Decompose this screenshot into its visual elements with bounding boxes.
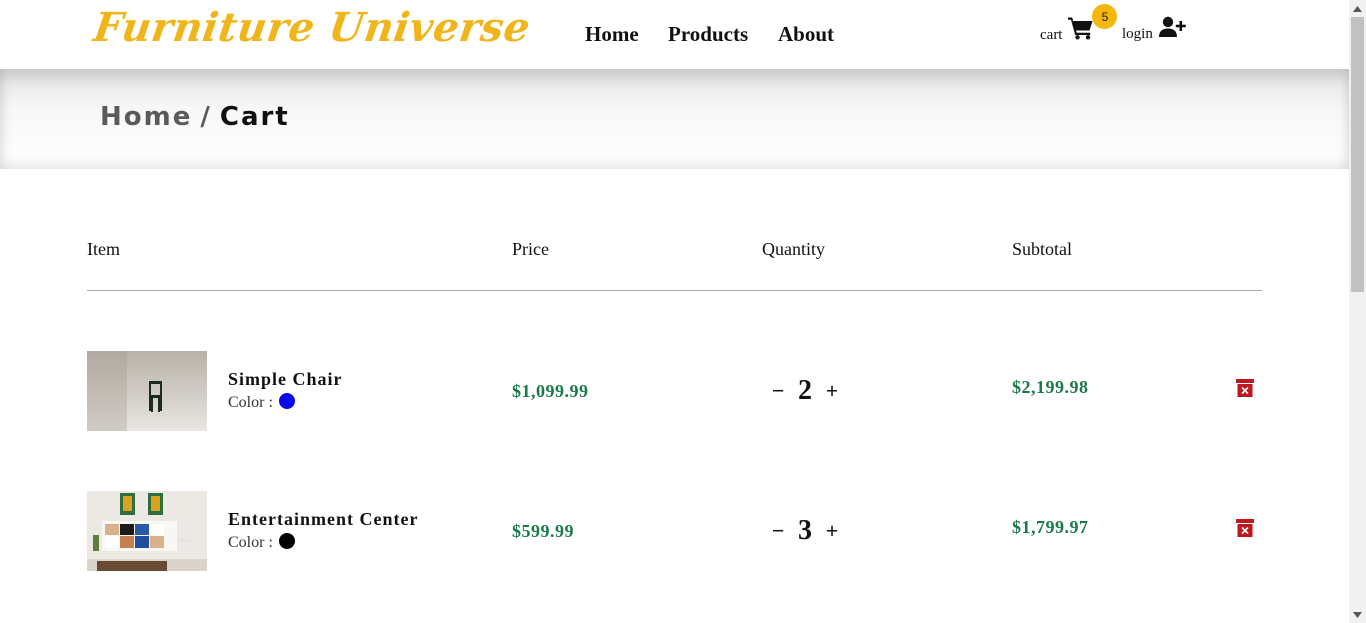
color-swatch: [278, 393, 295, 409]
shopping-cart-icon: 5: [1068, 4, 1118, 45]
scrollbar-thumb[interactable]: [1351, 17, 1364, 292]
navbar: Furniture Universe Home Products About c…: [0, 0, 1349, 69]
vertical-scrollbar[interactable]: [1349, 0, 1366, 623]
breadcrumb: Home / Cart: [100, 102, 290, 132]
breadcrumb-separator: /: [200, 102, 212, 132]
color-label: Color :: [228, 534, 273, 551]
quantity-value: 2: [798, 375, 812, 406]
cart-item-row: Entertainment Center Color : $599.99 − 3…: [0, 491, 1349, 571]
scroll-down-arrow-icon[interactable]: [1349, 606, 1366, 623]
product-name: Entertainment Center: [228, 509, 419, 529]
breadcrumb-home[interactable]: Home: [100, 102, 192, 132]
decrease-quantity-button[interactable]: −: [768, 518, 788, 544]
product-color: Color :: [228, 393, 295, 412]
color-label: Color :: [228, 394, 273, 411]
header-divider: [87, 290, 1262, 291]
trash-icon: [1236, 379, 1254, 397]
product-price: $599.99: [512, 521, 574, 541]
remove-item-button[interactable]: [1236, 519, 1254, 537]
product-thumbnail-entertainment-center: [87, 491, 207, 571]
item-subtotal: $1,799.97: [1012, 517, 1089, 537]
cart-button[interactable]: cart 5: [1040, 4, 1118, 45]
color-swatch: [278, 533, 295, 549]
logo[interactable]: Furniture Universe: [91, 4, 534, 51]
login-label: login: [1122, 26, 1153, 42]
column-header-item: Item: [87, 239, 120, 259]
breadcrumb-current: Cart: [219, 102, 290, 132]
login-button[interactable]: login: [1122, 16, 1187, 43]
page-hero: Home / Cart: [0, 69, 1349, 169]
product-name: Simple Chair: [228, 369, 343, 389]
increase-quantity-button[interactable]: +: [822, 518, 842, 544]
remove-item-button[interactable]: [1236, 379, 1254, 397]
decrease-quantity-button[interactable]: −: [768, 378, 788, 404]
product-price: $1,099.99: [512, 381, 589, 401]
cart-count-badge: 5: [1092, 4, 1118, 29]
nav-link-products[interactable]: Products: [668, 22, 748, 47]
quantity-value: 3: [798, 515, 812, 546]
user-plus-icon: [1158, 16, 1187, 43]
product-color: Color :: [228, 533, 295, 552]
column-header-quantity: Quantity: [762, 239, 825, 259]
cart-item-row: Simple Chair Color : $1,099.99 − 2 + $2,…: [0, 351, 1349, 431]
column-header-subtotal: Subtotal: [1012, 239, 1073, 259]
nav-link-about[interactable]: About: [778, 22, 834, 47]
quantity-stepper: − 3 +: [768, 515, 842, 547]
trash-icon: [1236, 519, 1254, 537]
cart-label: cart: [1040, 27, 1063, 43]
column-header-price: Price: [512, 239, 549, 259]
increase-quantity-button[interactable]: +: [822, 378, 842, 404]
quantity-stepper: − 2 +: [768, 375, 842, 407]
item-subtotal: $2,199.98: [1012, 377, 1089, 397]
scroll-up-arrow-icon[interactable]: [1349, 0, 1366, 17]
product-thumbnail-chair: [87, 351, 207, 431]
nav-link-home[interactable]: Home: [585, 22, 639, 47]
